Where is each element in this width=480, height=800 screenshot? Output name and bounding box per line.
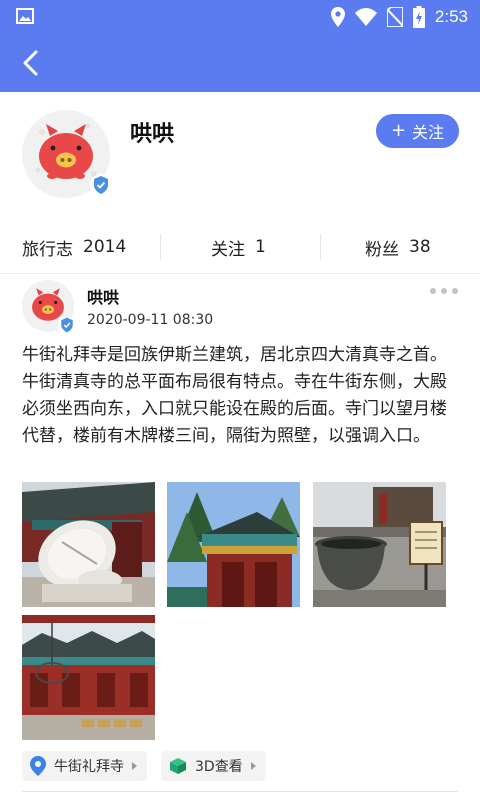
status-time: 2:53 (434, 7, 468, 26)
stats-row: 旅行志 2014 关注 1 粉丝 38 (0, 220, 480, 274)
app-bar (0, 33, 480, 92)
location-status-icon (330, 7, 345, 27)
stat-divider (320, 234, 321, 260)
stat-value: 1 (255, 237, 266, 257)
back-arrow-icon (23, 50, 38, 76)
post-timestamp: 2020-09-11 08:30 (87, 312, 214, 328)
post-photo[interactable] (167, 482, 300, 607)
post-author-avatar[interactable] (22, 280, 76, 334)
verified-badge-icon (90, 174, 112, 196)
location-pin-icon (30, 756, 46, 776)
gallery-notification-icon (16, 8, 34, 28)
stat-following[interactable]: 关注 1 (211, 220, 266, 274)
post-text: 牛街礼拜寺是回族伊斯兰建筑，居北京四大清真寺之首。牛街清真寺的总平面布局很有特点… (22, 345, 447, 446)
verified-badge-icon (58, 316, 76, 334)
stat-value: 2014 (83, 237, 127, 257)
post-photo[interactable] (313, 482, 446, 607)
follow-button[interactable]: + 关注 (376, 114, 459, 148)
battery-charging-icon (412, 6, 425, 28)
stat-followers[interactable]: 粉丝 38 (365, 220, 431, 274)
wifi-icon (354, 8, 377, 26)
follow-plus-icon: + (390, 120, 407, 141)
profile-header: 哄哄 + 关注 (0, 92, 480, 220)
stat-divider (160, 234, 161, 260)
cube-3d-icon (170, 758, 186, 774)
location-tag[interactable]: 牛街礼拜寺 (22, 751, 147, 781)
location-tag-label: 牛街礼拜寺 (54, 759, 124, 775)
post-photo[interactable] (22, 615, 155, 740)
profile-avatar[interactable] (22, 110, 112, 198)
more-options-button[interactable] (430, 288, 458, 294)
post-author-name: 哄哄 (87, 288, 120, 307)
chevron-right-icon (250, 762, 256, 770)
no-sim-icon (386, 7, 403, 27)
chevron-right-icon (132, 762, 137, 770)
post-tags: 牛街礼拜寺 3D查看 (22, 751, 266, 781)
stat-label: 关注 (211, 239, 245, 260)
stat-label: 旅行志 (22, 239, 73, 260)
stat-value: 38 (409, 237, 431, 257)
profile-name: 哄哄 (130, 122, 175, 147)
post-card: 哄哄 2020-09-11 08:30 牛街礼拜寺是回族伊斯兰建筑，居北京四大清… (0, 274, 480, 800)
more-dot-icon (452, 288, 458, 294)
post-photo[interactable] (22, 482, 155, 607)
stat-travel-logs[interactable]: 旅行志 2014 (22, 220, 126, 274)
follow-label: 关注 (412, 123, 445, 142)
view-3d-tag[interactable]: 3D查看 (161, 751, 266, 781)
divider (22, 791, 458, 792)
more-dot-icon (430, 288, 436, 294)
more-dot-icon (441, 288, 447, 294)
view-3d-tag-label: 3D查看 (195, 759, 243, 775)
status-bar: 2:53 (0, 0, 480, 33)
back-button[interactable] (14, 47, 46, 79)
stat-label: 粉丝 (365, 239, 399, 260)
